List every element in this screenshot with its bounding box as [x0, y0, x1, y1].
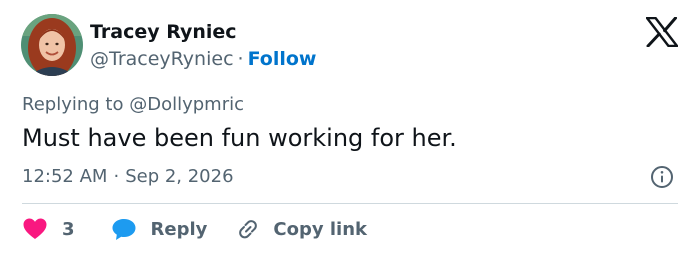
tweet-text: Must have been fun working for her. [22, 124, 457, 152]
action-bar: 3 Reply Copy link [22, 216, 367, 242]
like-button[interactable]: 3 [22, 217, 75, 241]
profile-photo [21, 14, 83, 76]
heart-icon [23, 218, 47, 239]
copy-link-label: Copy link [273, 218, 367, 240]
speech-bubble-icon [112, 219, 136, 240]
reply-label: Reply [150, 218, 208, 240]
reply-mention[interactable]: @Dollypmric [129, 94, 244, 115]
tweet-date: Sep 2, 2026 [125, 166, 234, 187]
author-name[interactable]: Tracey Ryniec [90, 20, 237, 44]
reply-prefix: Replying to [22, 94, 124, 115]
reply-button[interactable]: Reply [111, 217, 208, 241]
like-count: 3 [62, 218, 75, 240]
link-icon [239, 220, 258, 239]
reply-context: Replying to @Dollypmric [22, 93, 244, 117]
x-logo-icon[interactable] [645, 16, 679, 48]
avatar[interactable] [21, 14, 83, 76]
tweet-time: 12:52 AM [22, 166, 108, 187]
divider [22, 203, 678, 204]
time-separator: · [113, 166, 120, 187]
author-handle[interactable]: @TraceyRyniec [90, 48, 234, 70]
author-handle-line: @TraceyRyniec · Follow [90, 47, 316, 71]
follow-button[interactable]: Follow [248, 48, 317, 70]
copy-link-button[interactable]: Copy link [235, 217, 367, 241]
tweet-timestamp[interactable]: 12:52 AM · Sep 2, 2026 [22, 165, 234, 189]
info-icon[interactable] [650, 165, 674, 189]
handle-separator: · [237, 48, 244, 70]
